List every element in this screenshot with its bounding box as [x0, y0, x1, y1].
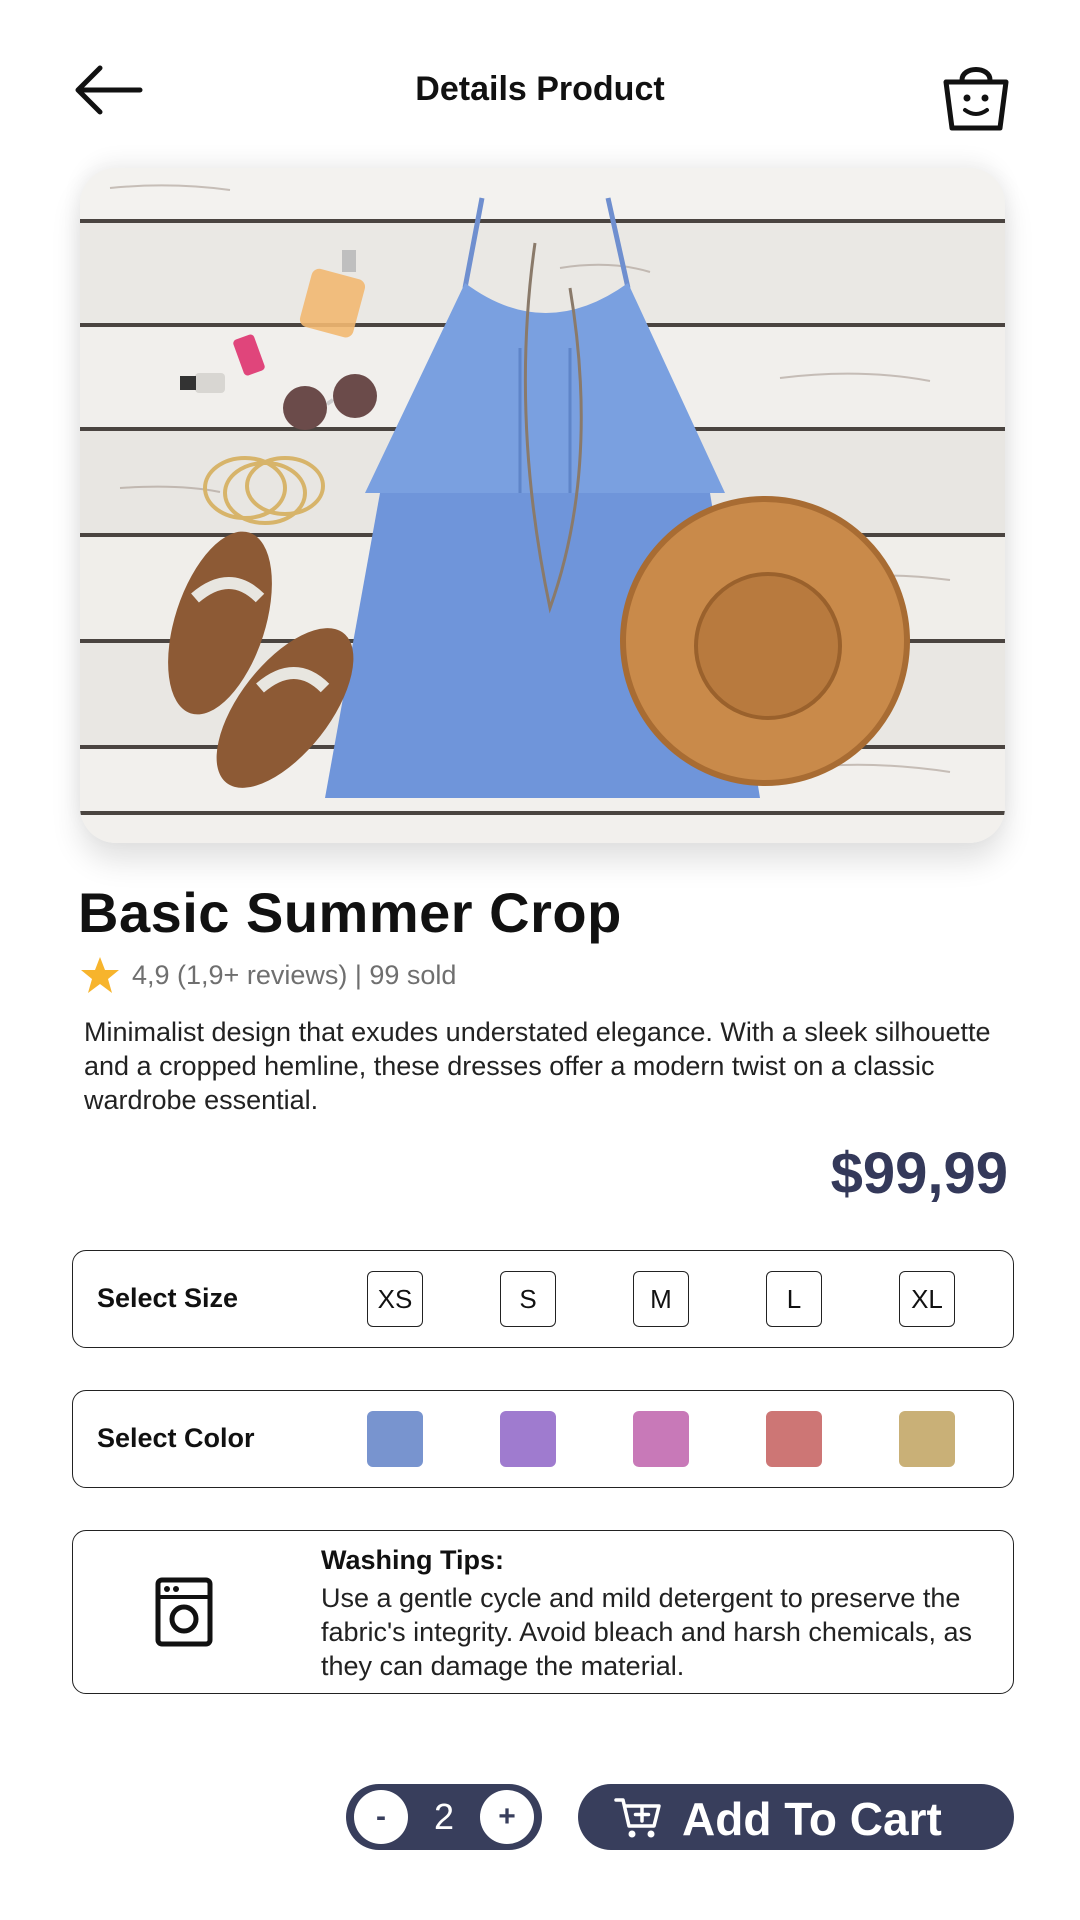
product-image	[80, 168, 1005, 843]
page-title: Details Product	[415, 70, 665, 108]
color-swatch-purple[interactable]	[500, 1411, 556, 1467]
cart-add-icon	[614, 1798, 661, 1838]
size-option-xl[interactable]: XL	[899, 1271, 955, 1327]
cart-button[interactable]	[940, 58, 1012, 134]
color-selector: Select Color	[72, 1390, 1014, 1488]
add-to-cart-label: Add To Cart	[682, 1793, 942, 1845]
size-option-s[interactable]: S	[500, 1271, 556, 1327]
color-options	[367, 1411, 955, 1467]
quantity-value: 2	[433, 1796, 455, 1837]
basket-icon	[943, 67, 1009, 131]
size-selector: Select Size XS S M L XL	[72, 1250, 1014, 1348]
size-label: Select Size	[97, 1283, 239, 1313]
washing-tips-text: Use a gentle cycle and mild detergent to…	[321, 1583, 972, 1681]
quantity-increase-button[interactable]: +	[480, 1790, 534, 1844]
size-option-m[interactable]: M	[633, 1271, 689, 1327]
color-swatch-blue[interactable]	[367, 1411, 423, 1467]
color-swatch-red[interactable]	[766, 1411, 822, 1467]
washing-tips-title: Washing Tips:	[321, 1545, 505, 1575]
price: $99,99	[830, 1141, 1008, 1206]
product-description: Minimalist design that exudes understate…	[84, 1017, 991, 1115]
quantity-stepper: - 2 +	[346, 1784, 542, 1850]
color-swatch-pink[interactable]	[633, 1411, 689, 1467]
color-swatch-gold[interactable]	[899, 1411, 955, 1467]
star-icon	[81, 957, 119, 993]
size-option-xs[interactable]: XS	[367, 1271, 423, 1327]
rating-row: 4,9 (1,9+ reviews) | 99 sold	[80, 955, 456, 995]
washing-tips-card: Washing Tips: Use a gentle cycle and mil…	[72, 1530, 1014, 1694]
washing-machine-icon	[155, 1577, 213, 1647]
size-options: XS S M L XL	[367, 1271, 955, 1327]
rating-text: 4,9 (1,9+ reviews) | 99 sold	[132, 959, 457, 990]
color-label: Select Color	[97, 1423, 255, 1453]
product-title: Basic Summer Crop	[78, 881, 622, 944]
size-option-l[interactable]: L	[766, 1271, 822, 1327]
add-to-cart-button[interactable]: Add To Cart	[578, 1784, 1014, 1850]
quantity-decrease-button[interactable]: -	[354, 1790, 408, 1844]
